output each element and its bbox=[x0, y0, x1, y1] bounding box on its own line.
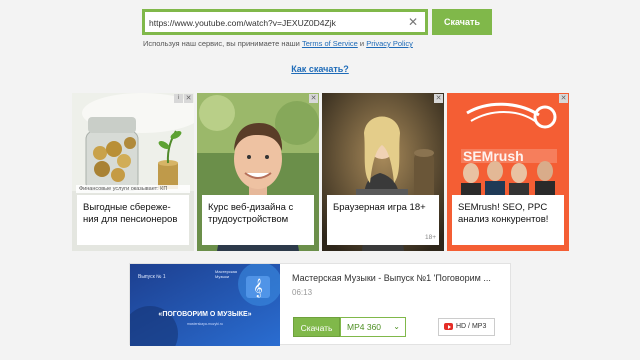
ad-caption: Браузерная игра 18+ bbox=[327, 195, 439, 245]
terms-of-service-link[interactable]: Terms of Service bbox=[302, 39, 358, 48]
url-search-box: ✕ bbox=[142, 9, 428, 35]
format-select[interactable]: MP4 360 ⌄ bbox=[340, 317, 406, 337]
hd-mp3-button[interactable]: HD / MP3 bbox=[438, 318, 495, 336]
ad-card-semrush[interactable]: SEMrush ✕ SEMrush! SEO, PPC анализ конку… bbox=[447, 93, 569, 251]
age-rating-badge: 18+ bbox=[424, 234, 436, 241]
thumb-brand-line2: Музыки bbox=[215, 274, 229, 279]
clear-icon[interactable]: ✕ bbox=[406, 15, 420, 29]
format-select-value: MP4 360 bbox=[347, 322, 382, 332]
video-thumbnail[interactable]: 𝄞 Выпуск № 1 Мастерская Музыки «ПОГОВОРИ… bbox=[130, 264, 280, 346]
ad-caption: Курс веб-дизайна с трудоустройством bbox=[202, 195, 314, 245]
video-result-card: 𝄞 Выпуск № 1 Мастерская Музыки «ПОГОВОРИ… bbox=[129, 263, 511, 346]
ad-caption-text: Браузерная игра 18+ bbox=[333, 202, 426, 213]
ad-caption: Выгодные сбереже­ния для пенсионеров bbox=[77, 195, 189, 245]
thumb-site: masterskaya-muzyki.ru bbox=[187, 322, 223, 326]
download-controls: Скачать MP4 360 ⌄ bbox=[293, 317, 406, 337]
terms-notice: Используя наш сервис, вы принимаете наши… bbox=[143, 39, 463, 48]
how-to-download-link[interactable]: Как скачать? bbox=[291, 64, 349, 74]
terms-prefix: Используя наш сервис, вы принимаете наши bbox=[143, 39, 300, 48]
terms-and: и bbox=[359, 39, 365, 48]
video-duration: 06:13 bbox=[292, 288, 313, 297]
howto-section: Как скачать? bbox=[0, 64, 640, 74]
ad-grid: i ✕ Финансовые услуги оказывает: КП Выго… bbox=[72, 93, 569, 251]
ad-close-icon[interactable]: ✕ bbox=[309, 94, 318, 103]
ad-close-icon[interactable]: ✕ bbox=[559, 94, 568, 103]
thumbnail-graphic: 𝄞 Выпуск № 1 Мастерская Музыки «ПОГОВОРИ… bbox=[130, 264, 280, 346]
ad-close-icon[interactable]: ✕ bbox=[434, 94, 443, 103]
url-input[interactable] bbox=[149, 14, 404, 31]
ad-card-webdesign[interactable]: ✕ Курс веб-дизайна с трудоустройством bbox=[197, 93, 319, 251]
thumb-headline: «ПОГОВОРИМ О МУЗЫКЕ» bbox=[158, 311, 251, 318]
download-button[interactable]: Скачать bbox=[432, 9, 492, 35]
svg-text:𝄞: 𝄞 bbox=[253, 278, 262, 298]
ad-info-icon[interactable]: i bbox=[174, 94, 183, 103]
ad-caption: SEMrush! SEO, PPC анализ конкурентов! bbox=[452, 195, 564, 245]
youtube-icon bbox=[444, 323, 453, 330]
ad-sponsor-text: Финансовые услуги оказывает: КП bbox=[76, 185, 190, 193]
thumb-episode: Выпуск № 1 bbox=[138, 274, 166, 280]
ad-card-savings[interactable]: i ✕ Финансовые услуги оказывает: КП Выго… bbox=[72, 93, 194, 251]
video-title: Мастерская Музыки - Выпуск №1 'Поговорим… bbox=[292, 273, 491, 283]
hd-mp3-label: HD / MP3 bbox=[456, 323, 487, 330]
ad-close-icon[interactable]: ✕ bbox=[184, 94, 193, 103]
ad-card-browser-game[interactable]: ✕ Браузерная игра 18+ 18+ bbox=[322, 93, 444, 251]
chevron-down-icon: ⌄ bbox=[393, 322, 400, 331]
privacy-policy-link[interactable]: Privacy Policy bbox=[366, 39, 413, 48]
video-download-button[interactable]: Скачать bbox=[293, 317, 340, 337]
